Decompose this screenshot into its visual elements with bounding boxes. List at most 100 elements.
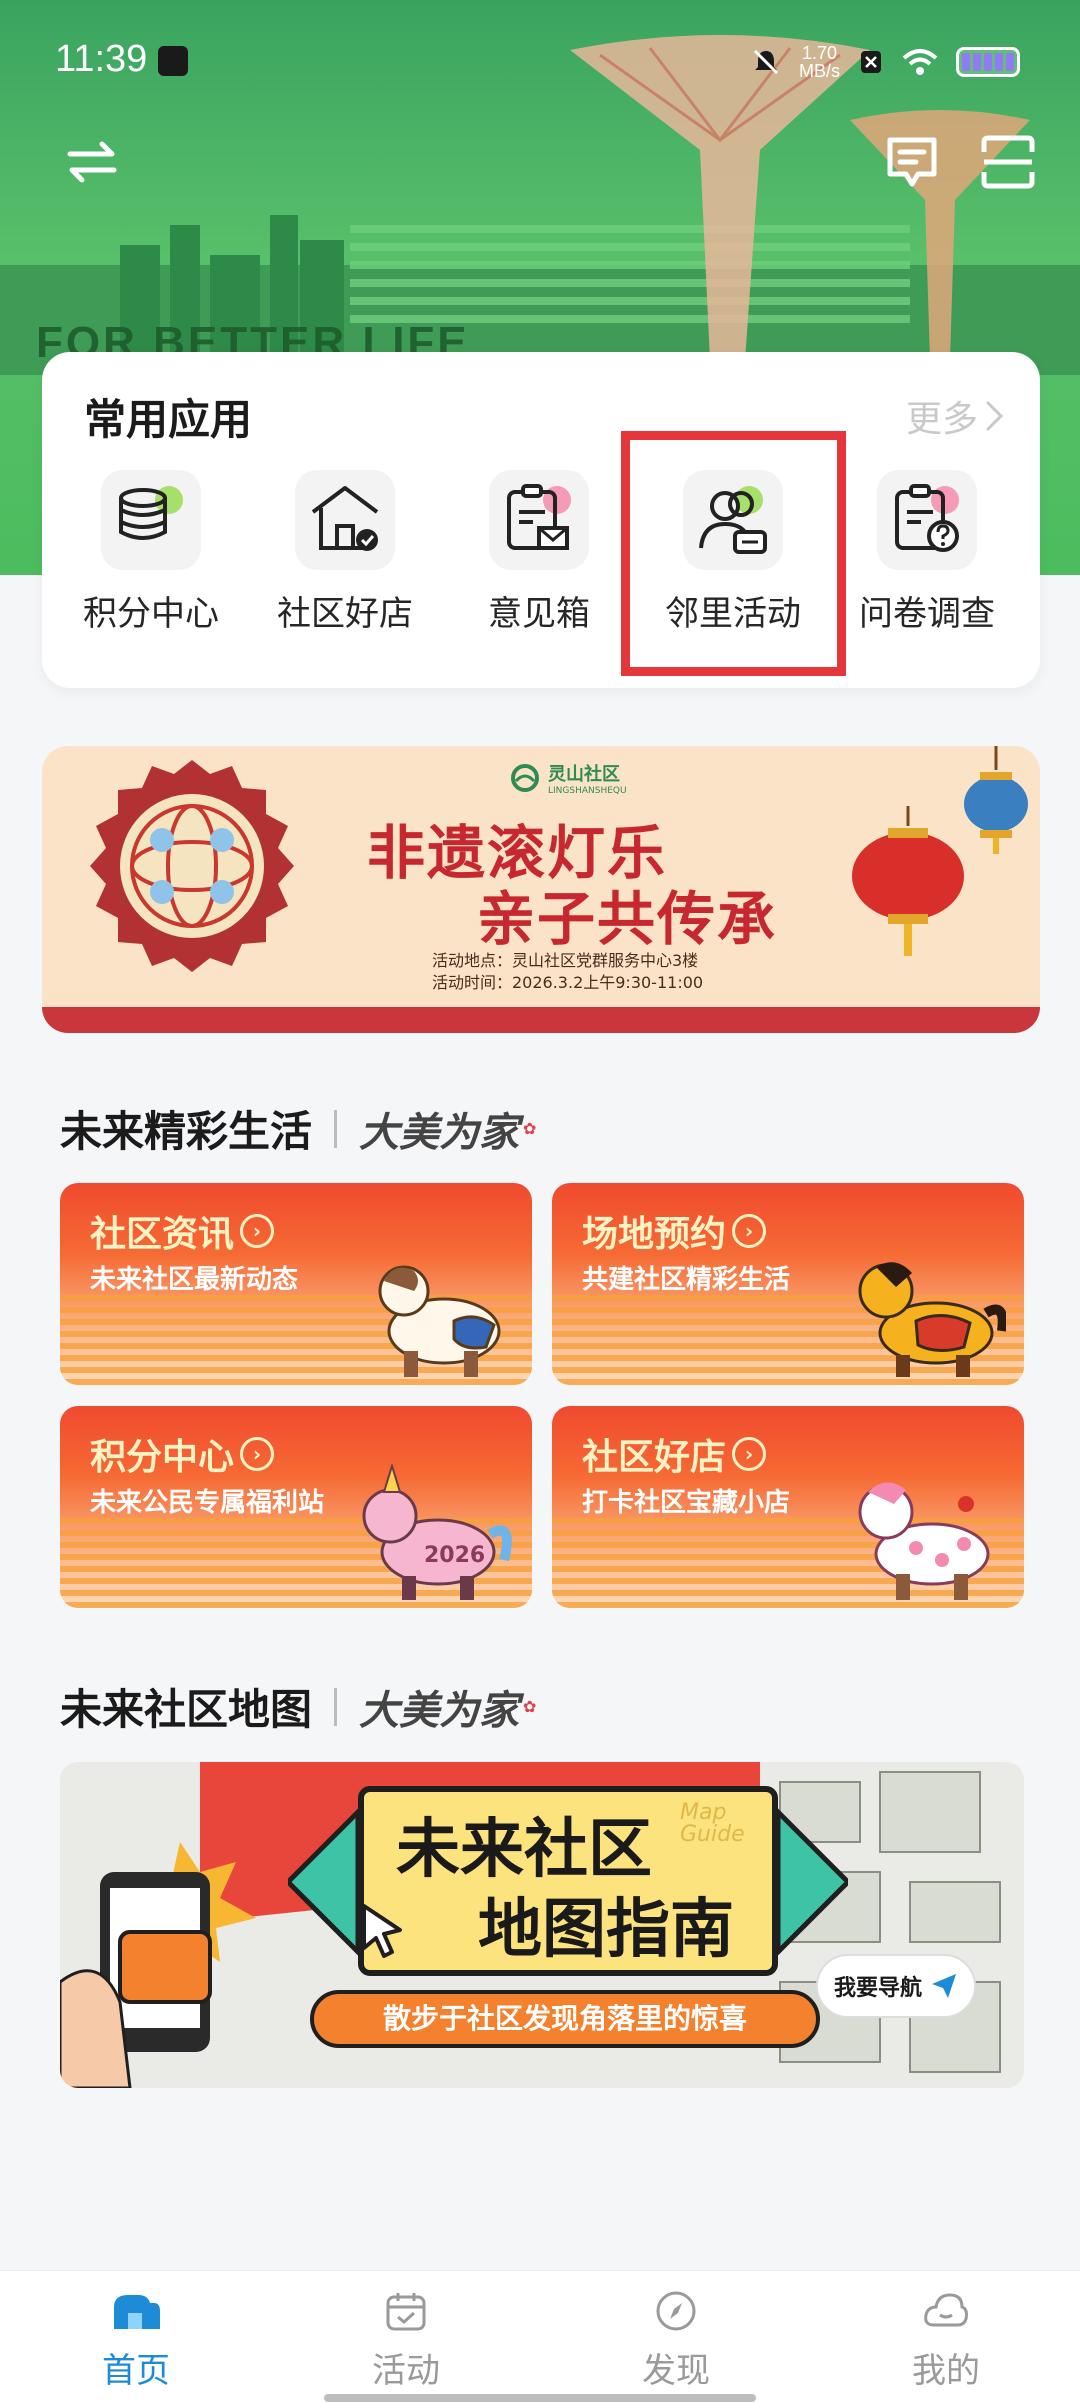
tab-discover[interactable]: 发现 [576,2289,776,2392]
home-indicator[interactable] [324,2394,756,2402]
section-title-life: 未来精彩生活 大美为家 ✿ [60,1098,536,1159]
more-label: 更多 [905,399,978,440]
no-sim-icon [861,51,881,73]
app-label: 邻里活动 [665,594,801,634]
phone-hand-illustration [60,1842,256,2088]
store-house-icon [295,470,395,570]
app-questionnaire[interactable]: 问卷调查 [832,470,1022,650]
common-apps-title: 常用应用 [84,395,253,444]
horse-mascot-illustration: 2026 [362,1464,512,1600]
more-apps-link[interactable]: 更多 [906,390,1004,442]
app-label: 社区好店 [277,594,413,634]
tile-venue-booking[interactable]: 场地预约 › 共建社区精彩生活 [552,1183,1024,1385]
tile-title: 积分中心 › [90,1428,275,1480]
message-icon [887,137,937,187]
promo-info: 活动地点：灵山社区党群服务中心3楼 活动时间：2026.3.2上午9:30-11… [432,950,703,994]
compass-icon [656,2291,696,2331]
messages-button[interactable] [880,130,944,194]
horse-mascot-illustration [858,1262,1006,1377]
notification-icon [158,46,188,76]
net-speed-value: 1.70 [801,43,838,63]
paper-plane-icon [932,1974,956,1998]
app-label: 积分中心 [83,594,219,634]
tile-subtitle: 打卡社区宝藏小店 [582,1488,791,1518]
net-speed-unit: MB/s [798,61,840,81]
tile-subtitle: 未来社区最新动态 [90,1265,299,1295]
status-bar: 11:39 1.70 MB/s [0,0,1080,120]
chevron-right-icon [985,400,1004,432]
map-title-line2: 地图指南 [478,1893,734,1967]
arrow-circle-icon: › [732,1437,767,1471]
horse-mascot-illustration [378,1265,501,1377]
promo-logo-text: 灵山社区 [548,764,620,785]
promo-logo: 灵山社区 LINGSHANSHEQU [510,760,627,796]
promo-bottom-strip [42,1007,1040,1033]
tab-activities[interactable]: 活动 [306,2289,506,2392]
switch-community-button[interactable] [60,130,124,194]
tile-title: 社区资讯 › [90,1205,275,1257]
community-logo-icon [511,764,539,792]
cursor-arrow-icon [362,1904,402,1958]
tile-title-text: 积分中心 [90,1437,235,1478]
promo-location: 活动地点：灵山社区党群服务中心3楼 [432,951,699,970]
section-tag: 大美为家 [359,1108,520,1156]
tile-title-text: 场地预约 [582,1214,727,1255]
map-subtitle: 散步于社区发现角落里的惊喜 [310,1990,820,2048]
horse-year-text: 2026 [424,1543,485,1568]
event-promo-banner[interactable]: 灵山社区 LINGSHANSHEQU 非遗滚灯乐 亲子共传承 活动地点：灵山社区… [42,746,1040,1033]
section-divider [334,1687,338,1726]
rolling-lantern-illustration [90,760,294,972]
clipboard-mail-icon [489,470,589,570]
navigate-label: 我要导航 [833,1976,922,2001]
swap-arrows-icon [67,141,117,183]
arrow-circle-icon: › [240,1214,275,1248]
tile-title-text: 社区资讯 [90,1214,235,1255]
tab-profile[interactable]: 我的 [846,2289,1046,2392]
tile-subtitle: 共建社区精彩生活 [582,1265,791,1295]
clipboard-question-icon [877,470,977,570]
app-community-shops[interactable]: 社区好店 [250,470,440,650]
brand-mark-icon: ✿ [523,1119,537,1138]
app-label: 问卷调查 [859,594,995,634]
navigate-button[interactable]: 我要导航 [816,1954,976,2018]
promo-time: 活动时间：2026.3.2上午9:30-11:00 [432,973,704,992]
promo-logo-sub: LINGSHANSHEQU [548,786,627,796]
section-title-text: 未来社区地图 [60,1685,313,1734]
people-chat-icon [683,470,783,570]
app-label: 意见箱 [488,594,590,634]
tab-label: 首页 [102,2351,170,2391]
common-apps-card: 常用应用 更多 积分中心 社区好店 意见箱 邻里活动 问卷调查 [42,352,1040,688]
blue-lantern-icon [964,746,1028,854]
map-guide-text: Map Guide [680,1800,745,1847]
tab-label: 我的 [912,2351,980,2391]
map-title-line1: 未来社区 [396,1813,652,1887]
section-title-text: 未来精彩生活 [60,1107,313,1156]
net-speed: 1.70 MB/s [799,44,840,80]
tile-subtitle: 未来公民专属福利站 [90,1488,325,1518]
scan-button[interactable] [976,130,1040,194]
arrow-circle-icon: › [732,1214,767,1248]
app-points-center[interactable]: 积分中心 [56,470,246,650]
tab-label: 发现 [642,2351,710,2391]
app-neighborhood-activities[interactable]: 邻里活动 [638,470,828,650]
tile-community-news[interactable]: 社区资讯 › 未来社区最新动态 [60,1183,532,1385]
section-tag: 大美为家 [359,1686,520,1734]
app-suggestion-box[interactable]: 意见箱 [444,470,634,650]
battery-icon [956,47,1020,77]
community-map-banner[interactable]: 未来社区 地图指南 Map Guide 散步于社区发现角落里的惊喜 我要导航 [60,1762,1024,2088]
arrow-circle-icon: › [240,1437,275,1471]
horse-mascot-illustration [858,1482,990,1600]
coins-stack-icon [101,470,201,570]
profile-cloud-icon [924,2293,968,2327]
tab-label: 活动 [372,2351,440,2391]
tile-community-shops[interactable]: 社区好店 › 打卡社区宝藏小店 [552,1406,1024,1608]
brand-mark-icon: ✿ [523,1697,537,1716]
calendar-icon [386,2293,426,2331]
promo-title-line2: 亲子共传承 [477,885,778,953]
tile-title-text: 社区好店 [582,1437,727,1478]
wifi-icon [902,49,938,75]
tab-home[interactable]: 首页 [36,2289,236,2392]
tile-points-center[interactable]: 积分中心 › 未来公民专属福利站 2026 [60,1406,532,1608]
section-title-map: 未来社区地图 大美为家 ✿ [60,1676,536,1737]
red-lantern-icon [852,806,964,956]
